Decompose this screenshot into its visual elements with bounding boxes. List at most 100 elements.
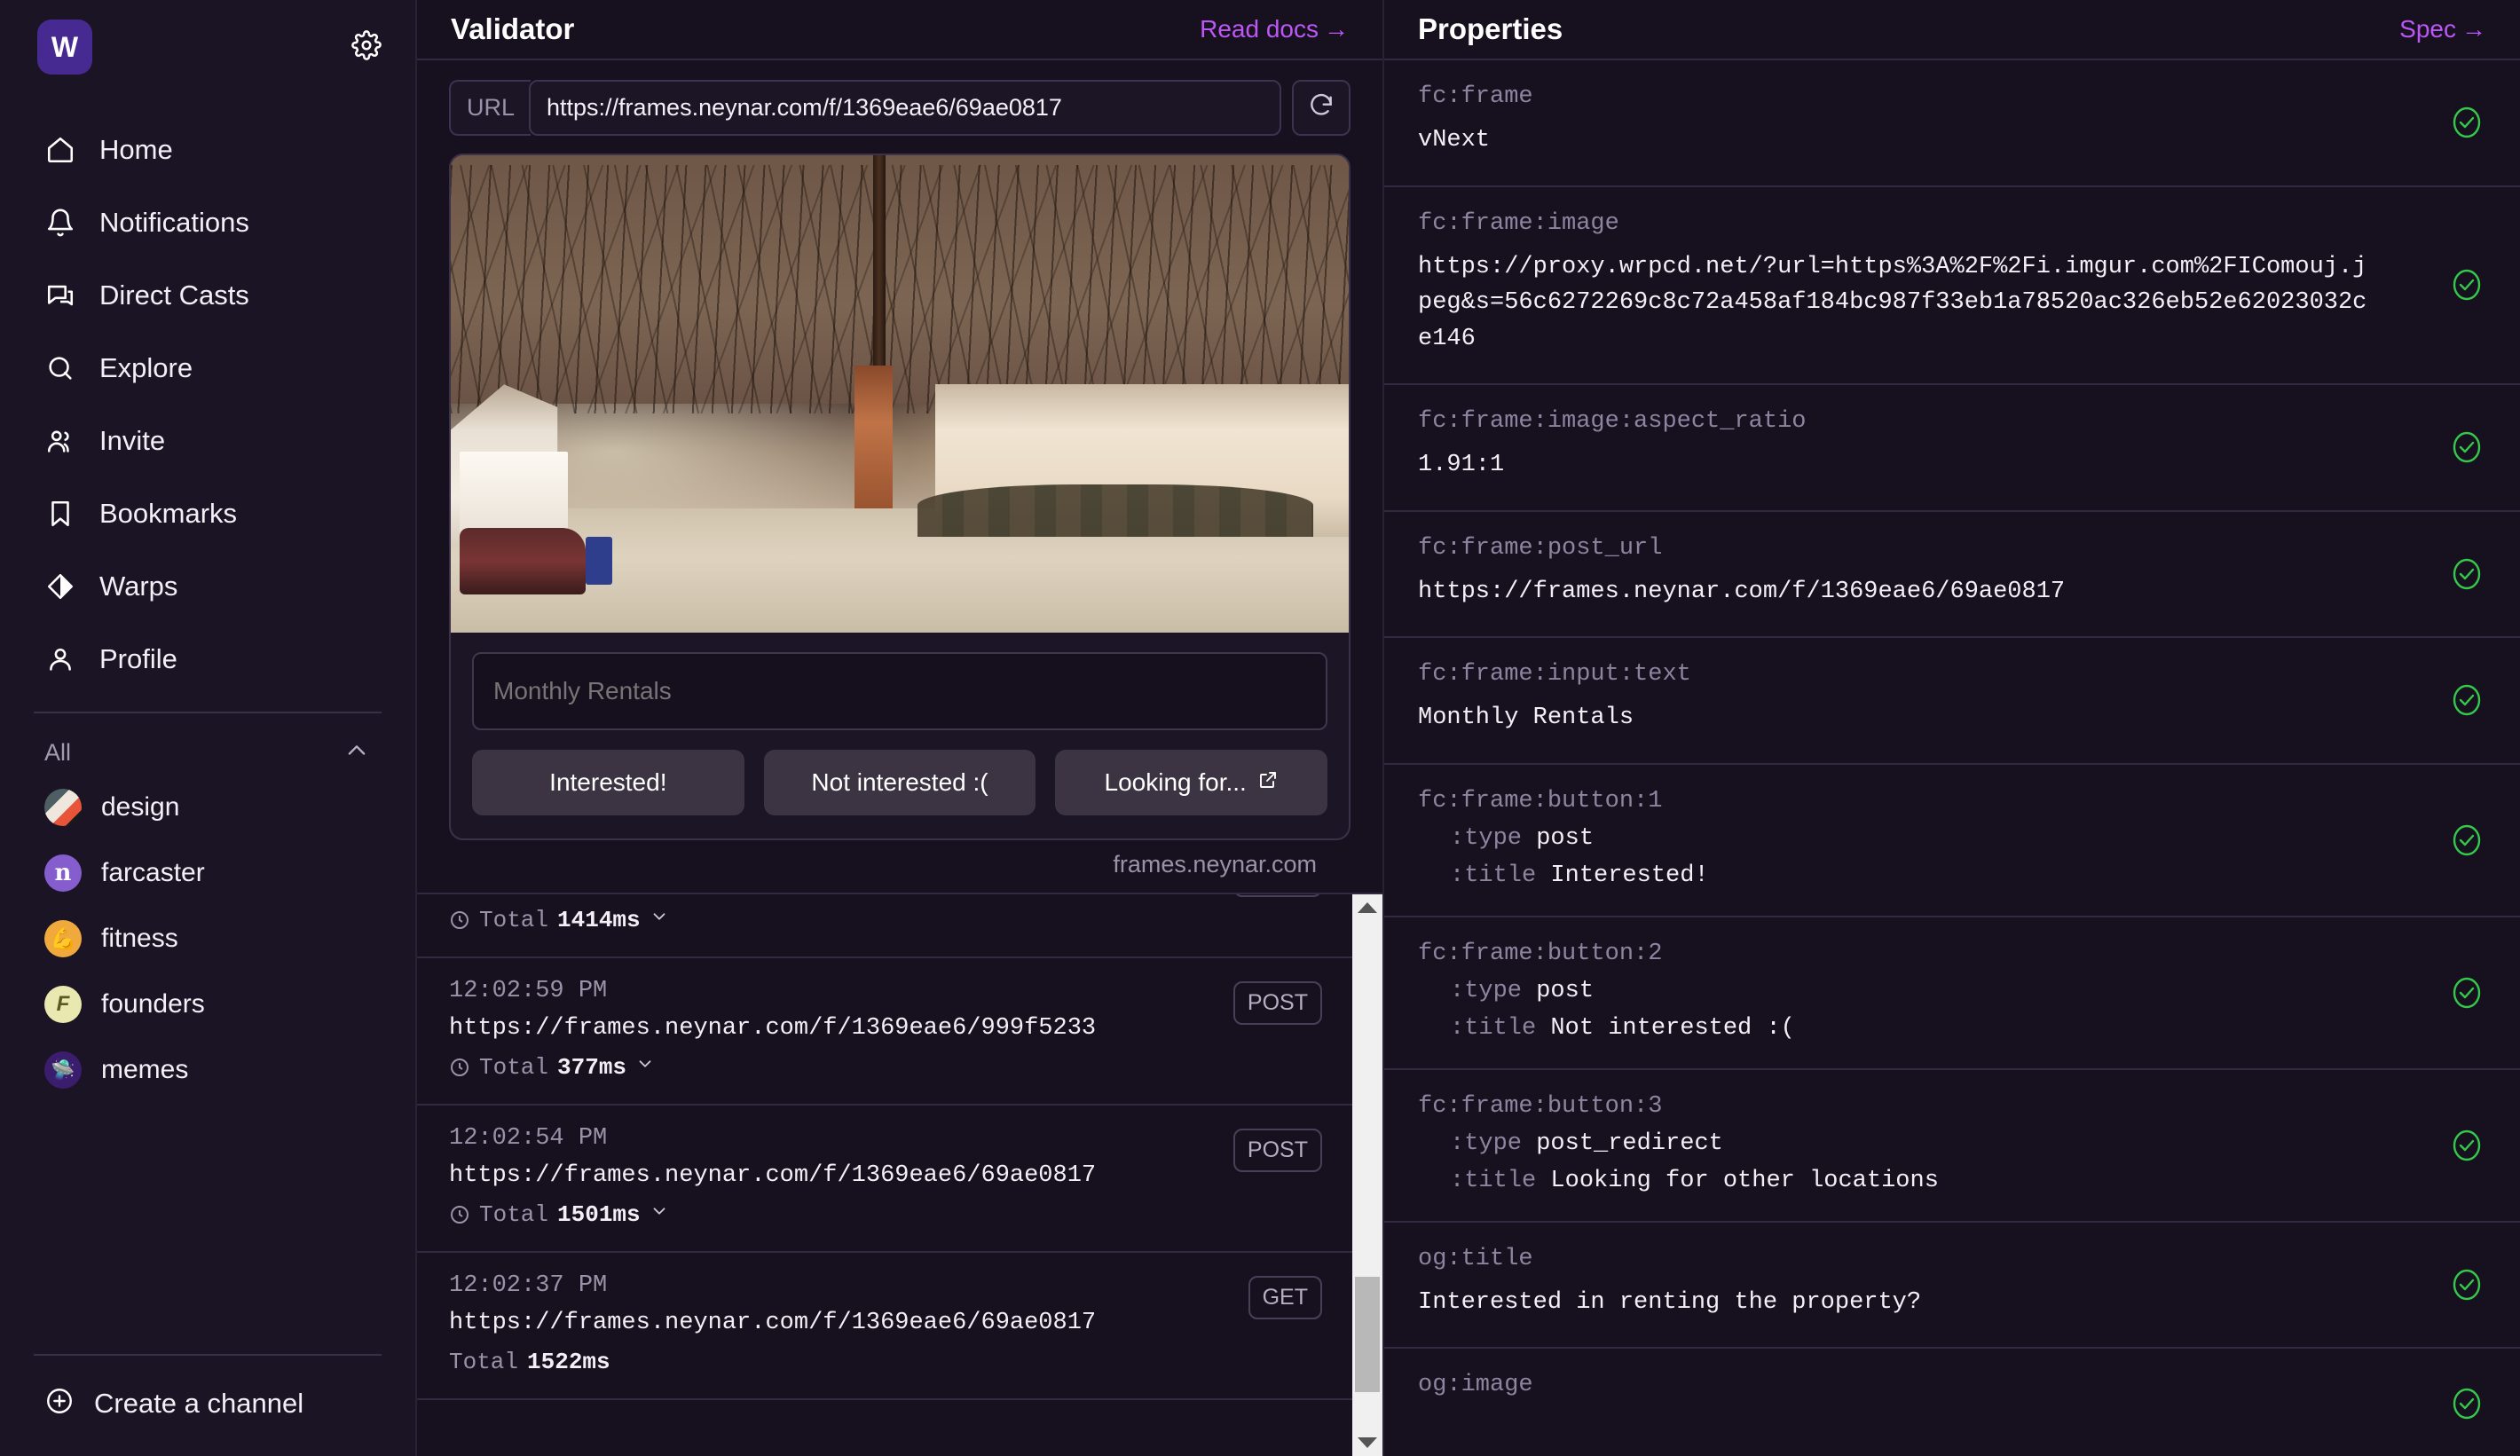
sidebar-item-label: Bookmarks [99, 498, 238, 529]
sidebar-item-profile[interactable]: Profile [20, 623, 396, 696]
scrollbar-track[interactable] [1352, 921, 1382, 1429]
channel-item-fitness[interactable]: 💪 fitness [20, 906, 396, 972]
property-subvalue: Looking for other locations [1550, 1167, 1939, 1194]
settings-button[interactable] [346, 27, 387, 67]
refresh-button[interactable] [1292, 80, 1351, 136]
log-total[interactable]: Total 1501ms [449, 1201, 1320, 1228]
channel-label: design [101, 792, 180, 822]
channel-item-memes[interactable]: 🛸 memes [20, 1037, 396, 1103]
chat-icon [44, 279, 76, 311]
clock-icon [449, 1057, 470, 1078]
log-total-value: 1522ms [527, 1349, 610, 1375]
property-key: fc:frame:post_url [1418, 534, 1663, 562]
property-subkey: :title [1450, 862, 1537, 889]
external-link-icon [1257, 768, 1279, 797]
log-method-badge: GET [1248, 1276, 1322, 1319]
avatar-glyph: 💪 [50, 926, 76, 951]
frame-button-1[interactable]: Interested! [472, 750, 744, 815]
frame-image-shrubs [917, 484, 1313, 538]
property-row: fc:frame:post_url https://frames.neynar.… [1384, 512, 2520, 638]
property-key: fc:frame:button:3 [1418, 1092, 1663, 1120]
property-row: fc:frame vNext [1384, 60, 2520, 187]
log-total-value: 377ms [557, 1054, 627, 1081]
channel-item-farcaster[interactable]: n farcaster [20, 840, 396, 906]
log-total[interactable]: Total 377ms [449, 1054, 1320, 1081]
sidebar-item-home[interactable]: Home [20, 114, 396, 186]
scrollbar-thumb[interactable] [1355, 1277, 1380, 1392]
channels-header[interactable]: All [0, 713, 415, 775]
chevron-down-icon[interactable] [650, 907, 669, 933]
chevron-down-icon[interactable] [650, 1201, 669, 1228]
channel-item-founders[interactable]: F founders [20, 972, 396, 1037]
spec-link[interactable]: Spec → [2399, 15, 2486, 43]
sidebar-item-notifications[interactable]: Notifications [20, 186, 396, 259]
sidebar-item-direct-casts[interactable]: Direct Casts [20, 259, 396, 332]
spec-label: Spec [2399, 15, 2456, 43]
log-time: 12:02:59 PM [449, 978, 608, 1004]
property-key: fc:frame [1418, 83, 1533, 110]
property-subrow-title: :title Looking for other locations [1418, 1168, 2486, 1194]
arrow-right-icon: → [1324, 15, 1349, 43]
valid-check-icon [2449, 555, 2485, 594]
property-subvalue: post [1536, 977, 1595, 1004]
property-value: Interested in renting the property? [1418, 1288, 1922, 1316]
property-value: Monthly Rentals [1418, 704, 1634, 731]
read-docs-link[interactable]: Read docs → [1200, 15, 1349, 43]
validator-panel: Validator Read docs → URL https://frames… [417, 0, 1384, 1456]
farcaster-avatar: n [44, 854, 82, 892]
frame-image-car [460, 527, 586, 594]
valid-check-icon [2449, 1265, 2485, 1304]
frame-domain: frames.neynar.com [1113, 851, 1317, 878]
chevron-up-icon[interactable] [344, 738, 369, 767]
url-input[interactable] [529, 80, 1281, 136]
frame-text-input[interactable] [472, 652, 1327, 730]
sidebar-item-label: Direct Casts [99, 279, 249, 311]
sidebar-item-warps[interactable]: Warps [20, 550, 396, 623]
log-row[interactable]: https://frames.neynar.com/f/1369eae6/ea7… [417, 894, 1352, 958]
frame-image-trees [451, 164, 1349, 413]
properties-panel: Properties Spec → fc:frame vNext fc:fram… [1384, 0, 2520, 1456]
valid-check-icon [2449, 681, 2485, 720]
property-key: og:title [1418, 1245, 1533, 1272]
channel-item-design[interactable]: design [20, 775, 396, 840]
chevron-down-icon[interactable] [635, 1054, 655, 1081]
property-subkey: :type [1450, 977, 1523, 1004]
sidebar-item-explore[interactable]: Explore [20, 332, 396, 405]
frame-buttons: Interested! Not interested :( Looking fo… [472, 750, 1328, 815]
create-channel-button[interactable]: Create a channel [0, 1356, 415, 1456]
app-root: W Home Notifications Direct Casts Explor… [0, 0, 2520, 1456]
create-channel-label: Create a channel [94, 1387, 304, 1419]
property-subvalue: Interested! [1550, 862, 1709, 889]
scroll-down-arrow[interactable] [1352, 1429, 1382, 1456]
property-subrow-title: :title Interested! [1418, 862, 2486, 889]
property-row: fc:frame:input:text Monthly Rentals [1384, 638, 2520, 765]
frame-button-3[interactable]: Looking for... [1055, 750, 1328, 815]
valid-check-icon [2449, 1126, 2485, 1165]
property-row: fc:frame:image https://proxy.wrpcd.net/?… [1384, 187, 2520, 385]
log-row[interactable]: 12:02:37 PM https://frames.neynar.com/f/… [417, 1253, 1352, 1400]
frame-button-label: Not interested :( [811, 768, 988, 796]
property-subkey: :title [1450, 1167, 1537, 1194]
person-icon [44, 643, 76, 675]
log-row[interactable]: 12:02:54 PM https://frames.neynar.com/f/… [417, 1106, 1352, 1253]
log-total[interactable]: Total 1414ms [449, 907, 1320, 933]
property-subkey: :type [1450, 824, 1523, 852]
log-scrollbar[interactable] [1352, 894, 1382, 1456]
frame-image-recycle-bin [585, 537, 613, 586]
log-total-label: Total [479, 907, 549, 933]
refresh-icon [1307, 91, 1335, 124]
read-docs-label: Read docs [1200, 15, 1319, 43]
log-time: 12:02:37 PM [449, 1272, 608, 1299]
log-row[interactable]: 12:02:59 PM https://frames.neynar.com/f/… [417, 958, 1352, 1106]
sidebar-item-invite[interactable]: Invite [20, 405, 396, 477]
frame-button-2[interactable]: Not interested :( [763, 750, 1036, 815]
log-url: https://frames.neynar.com/f/1369eae6/999… [449, 1015, 1097, 1042]
sidebar-item-label: Home [99, 134, 173, 165]
sidebar-item-bookmarks[interactable]: Bookmarks [20, 477, 396, 550]
scroll-up-arrow[interactable] [1352, 894, 1382, 921]
warpcast-logo[interactable]: W [37, 20, 92, 75]
url-bar: URL [417, 60, 1382, 153]
arrow-right-icon: → [2461, 15, 2486, 43]
property-subkey: :type [1450, 1129, 1523, 1157]
property-key: fc:frame:button:1 [1418, 787, 1663, 815]
